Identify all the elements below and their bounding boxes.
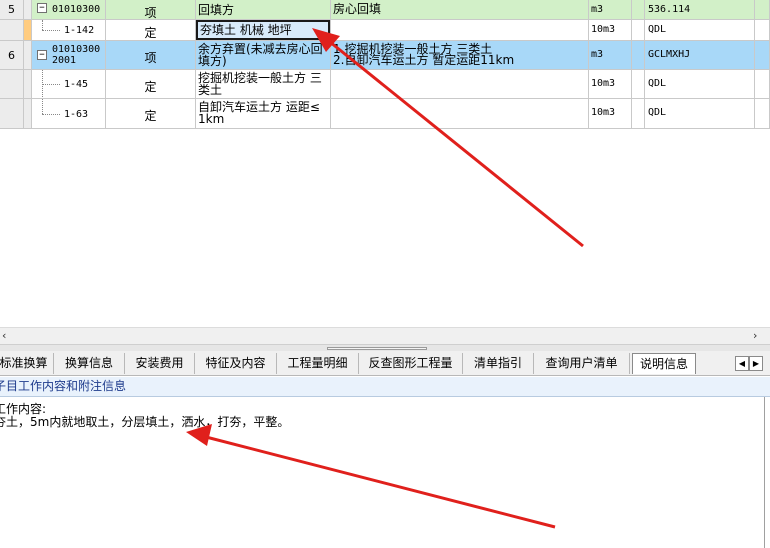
tab-standard-conversion[interactable]: 标准换算 xyxy=(0,353,54,374)
tree-line xyxy=(42,114,60,115)
tab-prev-icon[interactable]: ◀ xyxy=(735,356,749,371)
code-cell[interactable]: − 01010300 2001 xyxy=(32,41,106,70)
collapse-icon[interactable]: − xyxy=(37,50,47,60)
quantity-cell[interactable]: GCLMXHJ xyxy=(645,41,755,70)
type-cell[interactable]: 项 xyxy=(106,0,196,20)
table-row[interactable]: 5 − 01010300 项 回填方 房心回填 m3 536.114 xyxy=(0,0,770,20)
name-cell[interactable]: 夯填土 机械 地坪 xyxy=(196,20,331,41)
name-cell[interactable]: 余方弃置(未减去房心回 填方) xyxy=(196,41,331,70)
quantity-cell[interactable]: QDL xyxy=(645,20,755,41)
table-row[interactable]: 1-45 定 挖掘机挖装一般土方 三 类土 10m3 QDL xyxy=(0,70,770,99)
table-row[interactable]: 1-63 定 自卸汽车运土方 运距≤ 1km 10m3 QDL xyxy=(0,99,770,129)
expression-cell[interactable] xyxy=(632,0,645,20)
name-line-2: 填方) xyxy=(198,54,227,68)
type-cell[interactable]: 定 xyxy=(106,70,196,99)
code-cell[interactable]: 1-45 xyxy=(32,70,106,99)
tree-line xyxy=(42,84,60,85)
tab-conversion-info[interactable]: 换算信息 xyxy=(54,353,125,374)
row-marker xyxy=(24,20,32,41)
type-cell[interactable]: 项 xyxy=(106,41,196,70)
name-cell[interactable]: 回填方 xyxy=(196,0,331,20)
row-marker xyxy=(24,41,32,70)
code-cell[interactable]: 1-63 xyxy=(32,99,106,129)
code-text: 01010300 xyxy=(52,4,101,15)
row-number xyxy=(0,70,24,99)
tree-line xyxy=(42,20,43,30)
trailing-cell xyxy=(755,41,770,70)
name-line-2: 1km xyxy=(198,112,225,126)
quantity-cell[interactable]: 536.114 xyxy=(645,0,755,20)
scroll-left-icon[interactable]: ‹ xyxy=(2,329,6,342)
quantity-cell[interactable]: QDL xyxy=(645,99,755,129)
tab-next-icon[interactable]: ▶ xyxy=(749,356,763,371)
type-cell[interactable]: 定 xyxy=(106,20,196,41)
unit-cell[interactable]: m3 xyxy=(589,0,632,20)
panel-splitter[interactable] xyxy=(0,344,770,351)
feature-cell[interactable] xyxy=(331,70,589,99)
table-row[interactable]: 1-142 定 夯填土 机械 地坪 10m3 QDL xyxy=(0,20,770,41)
panel-title: 子目工作内容和附注信息 xyxy=(0,377,770,397)
row-number xyxy=(0,20,24,41)
name-cell[interactable]: 自卸汽车运土方 运距≤ 1km xyxy=(196,99,331,129)
unit-cell[interactable]: 10m3 xyxy=(589,70,632,99)
trailing-cell xyxy=(755,20,770,41)
splitter-grip[interactable] xyxy=(327,347,427,350)
row-number: 5 xyxy=(0,0,24,20)
tab-quantity-detail[interactable]: 工程量明细 xyxy=(277,353,359,374)
trailing-cell xyxy=(755,0,770,20)
feature-cell[interactable]: 房心回填 xyxy=(331,0,589,20)
quantity-cell[interactable]: QDL xyxy=(645,70,755,99)
row-marker xyxy=(24,99,32,129)
expression-cell[interactable] xyxy=(632,99,645,129)
unit-cell[interactable]: 10m3 xyxy=(589,20,632,41)
tab-query-user-bill[interactable]: 查询用户清单 xyxy=(534,353,630,374)
row-marker xyxy=(24,0,32,20)
feature-cell[interactable] xyxy=(331,99,589,129)
unit-cell[interactable]: 10m3 xyxy=(589,99,632,129)
row-number: 6 xyxy=(0,41,24,70)
expression-cell[interactable] xyxy=(632,20,645,41)
code-text: 1-142 xyxy=(64,25,95,36)
feature-cell[interactable]: 1.挖掘机挖装一般土方 三类土 2.自卸汽车运土方 暂定运距11km xyxy=(331,41,589,70)
table-row[interactable]: 6 − 01010300 2001 项 余方弃置(未减去房心回 填方) 1.挖掘… xyxy=(0,41,770,70)
quota-grid: 5 − 01010300 项 回填方 房心回填 m3 536.114 1-142… xyxy=(0,0,770,130)
name-cell[interactable]: 挖掘机挖装一般土方 三 类土 xyxy=(196,70,331,99)
scroll-right-icon[interactable]: › xyxy=(753,329,757,342)
tab-bill-guide[interactable]: 清单指引 xyxy=(463,353,534,374)
description-textarea[interactable]: 工作内容: 夯土，5m内就地取土，分层填土，洒水，打夯，平整。 xyxy=(0,397,765,548)
detail-tab-bar: 标准换算 换算信息 安装费用 特征及内容 工程量明细 反查图形工程量 清单指引 … xyxy=(0,351,770,376)
row-number xyxy=(0,99,24,129)
tab-features-content[interactable]: 特征及内容 xyxy=(195,353,277,374)
trailing-cell xyxy=(755,70,770,99)
code-text-line2: 2001 xyxy=(52,55,77,66)
tab-description-info[interactable]: 说明信息 xyxy=(632,353,696,374)
name-text: 夯填土 机械 地坪 xyxy=(200,23,292,37)
unit-cell[interactable]: m3 xyxy=(589,41,632,70)
feature-cell[interactable] xyxy=(331,20,589,41)
type-cell[interactable]: 定 xyxy=(106,99,196,129)
name-line-2: 类土 xyxy=(198,83,223,97)
tab-reverse-graphic-quantity[interactable]: 反查图形工程量 xyxy=(359,353,463,374)
feature-line-2: 2.自卸汽车运土方 暂定运距11km xyxy=(333,53,515,67)
code-text: 01010300 xyxy=(52,44,101,55)
horizontal-scrollbar[interactable]: ‹ › xyxy=(0,327,770,344)
expression-cell[interactable] xyxy=(632,70,645,99)
panel-title-text: 子目工作内容和附注信息 xyxy=(0,379,127,393)
work-content-text: 夯土，5m内就地取土，分层填土，洒水，打夯，平整。 xyxy=(0,415,290,429)
tab-install-cost[interactable]: 安装费用 xyxy=(125,353,195,374)
name-edit-field[interactable]: 夯填土 机械 地坪 xyxy=(196,20,330,40)
trailing-cell xyxy=(755,99,770,129)
expression-cell[interactable] xyxy=(632,41,645,70)
row-marker xyxy=(24,70,32,99)
tree-line xyxy=(42,30,60,31)
tree-line xyxy=(42,99,43,114)
code-cell[interactable]: − 01010300 xyxy=(32,0,106,20)
code-text: 1-63 xyxy=(64,109,89,120)
code-text: 1-45 xyxy=(64,79,89,90)
collapse-icon[interactable]: − xyxy=(37,3,47,13)
code-cell[interactable]: 1-142 xyxy=(32,20,106,41)
